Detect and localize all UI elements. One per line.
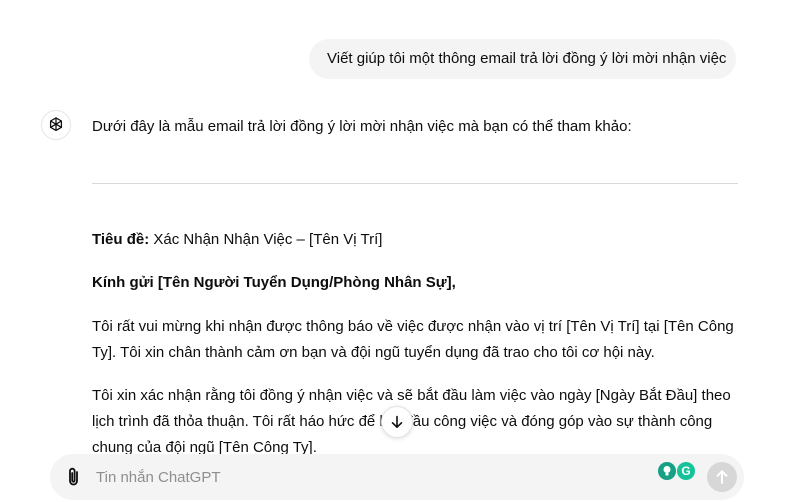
- paperclip-icon: [69, 467, 78, 486]
- email-paragraph-2: Tôi xin xác nhận rằng tôi đồng ý nhận vi…: [92, 387, 731, 455]
- email-paragraph-1: Tôi rất vui mừng khi nhận được thông báo…: [92, 318, 734, 361]
- email-subject-value: Xác Nhận Nhận Việc – [Tên Vị Trí]: [149, 231, 383, 248]
- message-composer: G: [50, 454, 744, 500]
- email-salutation: Kính gửi [Tên Người Tuyển Dụng/Phòng Nhâ…: [92, 270, 738, 296]
- attach-button[interactable]: [62, 465, 86, 489]
- user-message-bubble: Viết giúp tôi một thông email trả lời đồ…: [309, 39, 736, 79]
- lightbulb-icon[interactable]: [658, 462, 676, 480]
- scroll-to-bottom-button[interactable]: [381, 406, 413, 438]
- send-button[interactable]: [707, 462, 737, 492]
- arrow-up-icon: [716, 470, 728, 484]
- arrow-down-icon: [391, 415, 403, 428]
- email-subject-label: Tiêu đề:: [92, 231, 150, 248]
- grammarly-icon[interactable]: G: [677, 462, 695, 480]
- openai-logo-icon: [41, 110, 71, 140]
- email-salutation-text: Kính gửi [Tên Người Tuyển Dụng/Phòng Nhâ…: [92, 274, 456, 291]
- message-input[interactable]: [96, 454, 636, 500]
- email-subject: Tiêu đề: Xác Nhận Nhận Việc – [Tên Vị Tr…: [92, 227, 738, 253]
- assistant-intro-text: Dưới đây là mẫu email trả lời đồng ý lời…: [92, 118, 632, 135]
- divider: [92, 183, 738, 184]
